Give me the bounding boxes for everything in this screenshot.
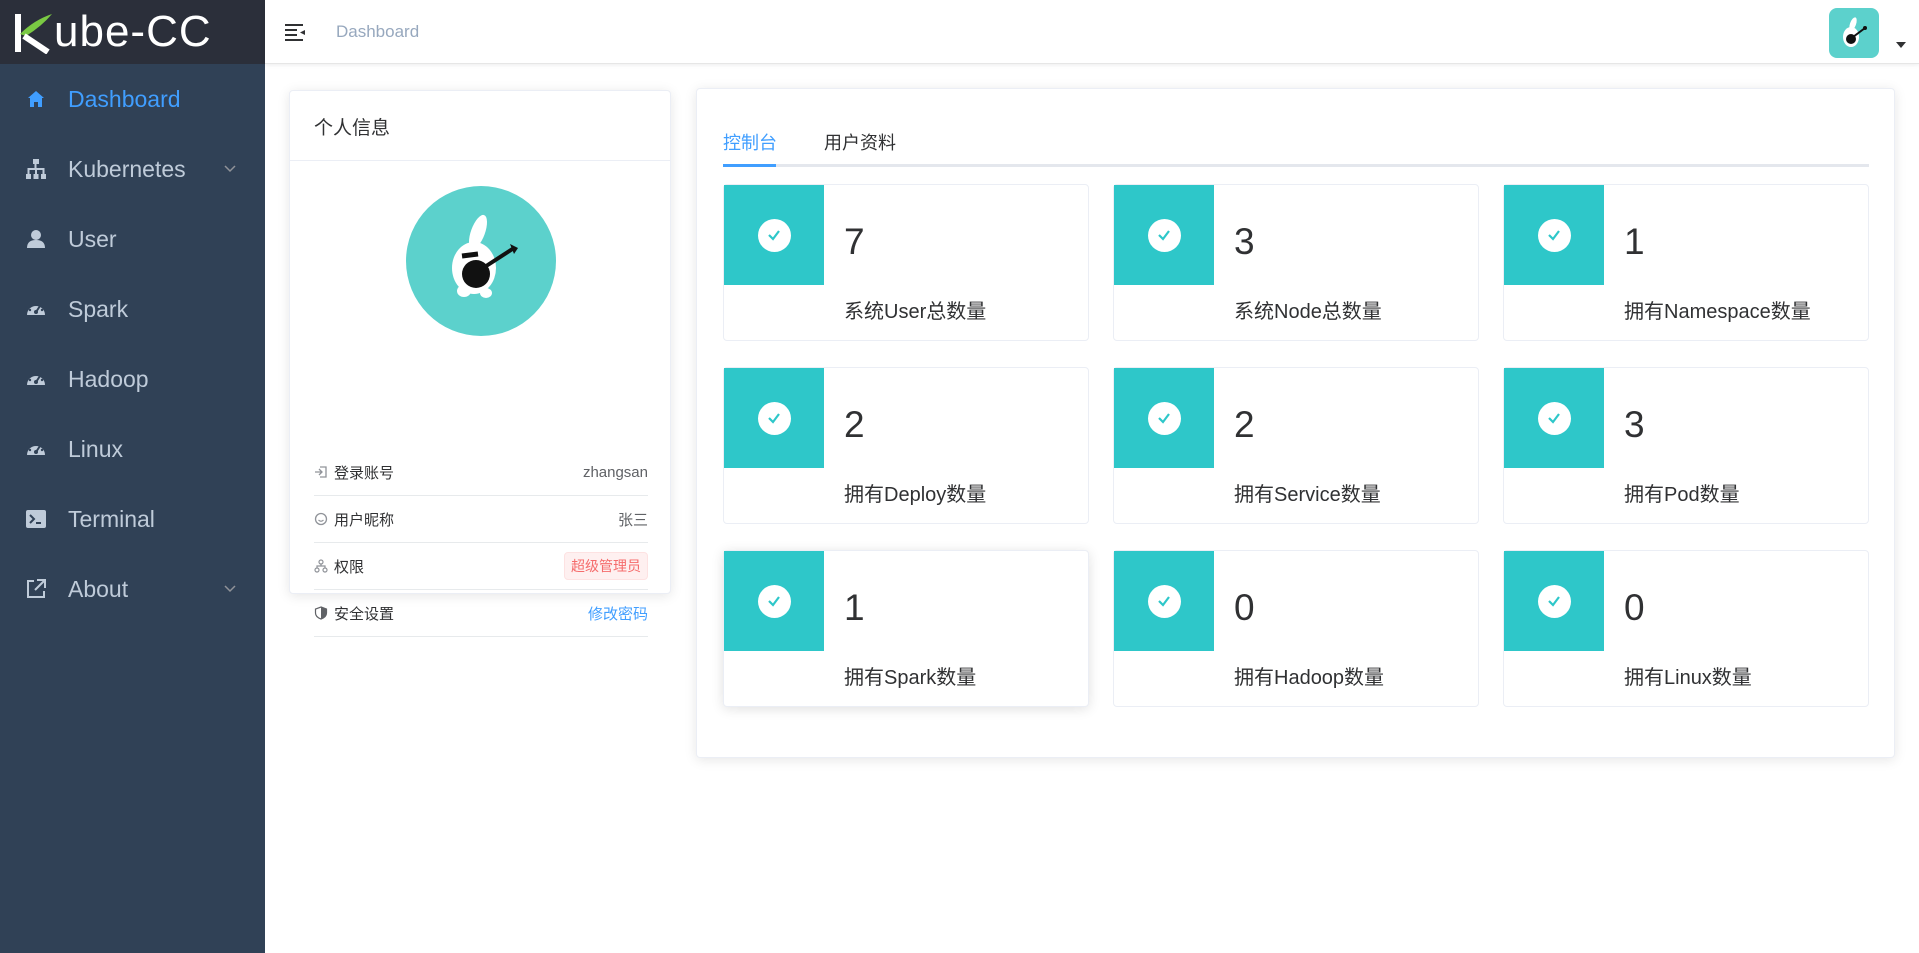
check-circle-icon	[1147, 218, 1181, 252]
info-label: 用户昵称	[334, 511, 395, 529]
info-row-nickname: 用户昵称 张三	[314, 496, 648, 543]
sidebar-item-user[interactable]: User	[0, 204, 265, 274]
hamburger-icon[interactable]	[283, 20, 307, 44]
sidebar-item-label: Kubernetes	[68, 155, 186, 182]
stat-label: 系统User总数量	[844, 301, 987, 323]
stat-card-services[interactable]: 2 拥有Service数量	[1113, 367, 1479, 524]
user-avatar[interactable]	[1829, 8, 1879, 58]
sidebar-item-label: Dashboard	[68, 85, 181, 112]
check-circle-icon	[1537, 584, 1571, 618]
stat-card-deploys[interactable]: 2 拥有Deploy数量	[723, 367, 1089, 524]
stat-label: 拥有Service数量	[1234, 484, 1381, 506]
app-title: ube-CC	[54, 7, 212, 56]
gauge-icon	[24, 437, 48, 461]
stat-value: 0	[1234, 587, 1255, 628]
stat-label: 系统Node总数量	[1234, 301, 1382, 323]
sidebar-item-terminal[interactable]: Terminal	[0, 484, 265, 554]
logo-k-icon	[15, 14, 52, 54]
org-icon	[314, 559, 328, 573]
sidebar-item-linux[interactable]: Linux	[0, 414, 265, 484]
stat-value: 7	[844, 221, 865, 262]
info-row-account: 登录账号 zhangsan	[314, 449, 648, 496]
stat-label: 拥有Pod数量	[1624, 484, 1740, 506]
chevron-down-icon	[224, 165, 236, 173]
check-circle-icon	[757, 584, 791, 618]
sidebar-item-label: Hadoop	[68, 365, 149, 392]
account-value: zhangsan	[582, 463, 648, 481]
sidebar-item-hadoop[interactable]: Hadoop	[0, 344, 265, 414]
stat-card-hadoop[interactable]: 0 拥有Hadoop数量	[1113, 550, 1479, 707]
terminal-icon	[24, 507, 48, 531]
check-circle-icon	[1537, 401, 1571, 435]
info-label: 登录账号	[334, 464, 395, 482]
check-circle-icon	[1147, 584, 1181, 618]
sidebar-item-label: Terminal	[68, 505, 155, 532]
info-row-security: 安全设置 修改密码	[314, 590, 648, 637]
home-icon	[24, 87, 48, 111]
sidebar: ube-CC Dashboard Kubernetes User Spark H…	[0, 0, 265, 953]
nickname-value: 张三	[617, 511, 648, 529]
stat-value: 0	[1624, 587, 1645, 628]
tab-bar: 控制台 用户资料	[723, 129, 1869, 167]
stat-card-namespaces[interactable]: 1 拥有Namespace数量	[1503, 184, 1869, 341]
stat-card-linux[interactable]: 0 拥有Linux数量	[1503, 550, 1869, 707]
stat-value: 3	[1234, 221, 1255, 262]
app-logo[interactable]: ube-CC	[0, 0, 265, 64]
sidebar-item-about[interactable]: About	[0, 554, 265, 624]
smile-icon	[314, 512, 328, 526]
sidebar-item-kubernetes[interactable]: Kubernetes	[0, 134, 265, 204]
chevron-down-icon	[224, 585, 236, 593]
check-circle-icon	[757, 401, 791, 435]
stat-card-nodes[interactable]: 3 系统Node总数量	[1113, 184, 1479, 341]
profile-avatar[interactable]	[406, 186, 556, 336]
tab-user-profile[interactable]: 用户资料	[824, 129, 896, 167]
check-circle-icon	[1537, 218, 1571, 252]
check-circle-icon	[757, 218, 791, 252]
stat-label: 拥有Deploy数量	[844, 484, 987, 506]
stat-label: 拥有Hadoop数量	[1234, 667, 1385, 689]
rabbit-guitar-icon	[1843, 17, 1867, 47]
stat-label: 拥有Namespace数量	[1624, 301, 1811, 323]
sidebar-item-label: User	[68, 225, 117, 252]
stat-card-users[interactable]: 7 系统User总数量	[723, 184, 1089, 341]
sitemap-icon	[24, 157, 48, 181]
profile-info-list: 登录账号 zhangsan 用户昵称 张三 权限 超级管理员 安全设置 修改密码	[314, 449, 648, 637]
tab-active-indicator	[723, 164, 776, 167]
rabbit-guitar-icon	[452, 214, 518, 298]
stat-card-pods[interactable]: 3 拥有Pod数量	[1503, 367, 1869, 524]
stat-value: 3	[1624, 404, 1645, 445]
top-navbar: Dashboard	[265, 0, 1919, 64]
sidebar-menu: Dashboard Kubernetes User Spark Hadoop L…	[0, 64, 265, 624]
sidebar-item-spark[interactable]: Spark	[0, 274, 265, 344]
breadcrumb: Dashboard	[336, 22, 420, 41]
tab-console[interactable]: 控制台	[723, 129, 777, 167]
dashboard-panel: 控制台 用户资料 7 系统User总数量 3 系统Node总数量 1 拥有Nam…	[696, 88, 1895, 758]
stat-value: 2	[844, 404, 865, 445]
role-badge: 超级管理员	[564, 552, 648, 580]
gauge-icon	[24, 297, 48, 321]
gauge-icon	[24, 367, 48, 391]
caret-down-icon[interactable]	[1896, 42, 1906, 48]
stat-value: 2	[1234, 404, 1255, 445]
login-icon	[314, 465, 328, 479]
check-circle-icon	[1147, 401, 1181, 435]
stat-value: 1	[1624, 221, 1645, 262]
sidebar-item-label: About	[68, 575, 129, 602]
sidebar-item-dashboard[interactable]: Dashboard	[0, 64, 265, 134]
sidebar-item-label: Linux	[68, 435, 123, 462]
user-icon	[24, 227, 48, 251]
info-label: 权限	[334, 558, 365, 576]
stat-card-spark[interactable]: 1 拥有Spark数量	[723, 550, 1089, 707]
stat-label: 拥有Linux数量	[1624, 667, 1752, 689]
sidebar-item-label: Spark	[68, 295, 129, 322]
change-password-link[interactable]: 修改密码	[588, 603, 648, 624]
external-link-icon	[24, 577, 48, 601]
stat-value: 1	[844, 587, 865, 628]
shield-icon	[314, 606, 328, 620]
profile-card-title: 个人信息	[290, 91, 670, 161]
info-row-permission: 权限 超级管理员	[314, 543, 648, 590]
profile-card: 个人信息 登录账号 zhangsan 用户昵称 张三 权限 超级管理员 安全设置…	[289, 90, 671, 637]
info-label: 安全设置	[334, 605, 395, 623]
stat-label: 拥有Spark数量	[844, 667, 977, 689]
